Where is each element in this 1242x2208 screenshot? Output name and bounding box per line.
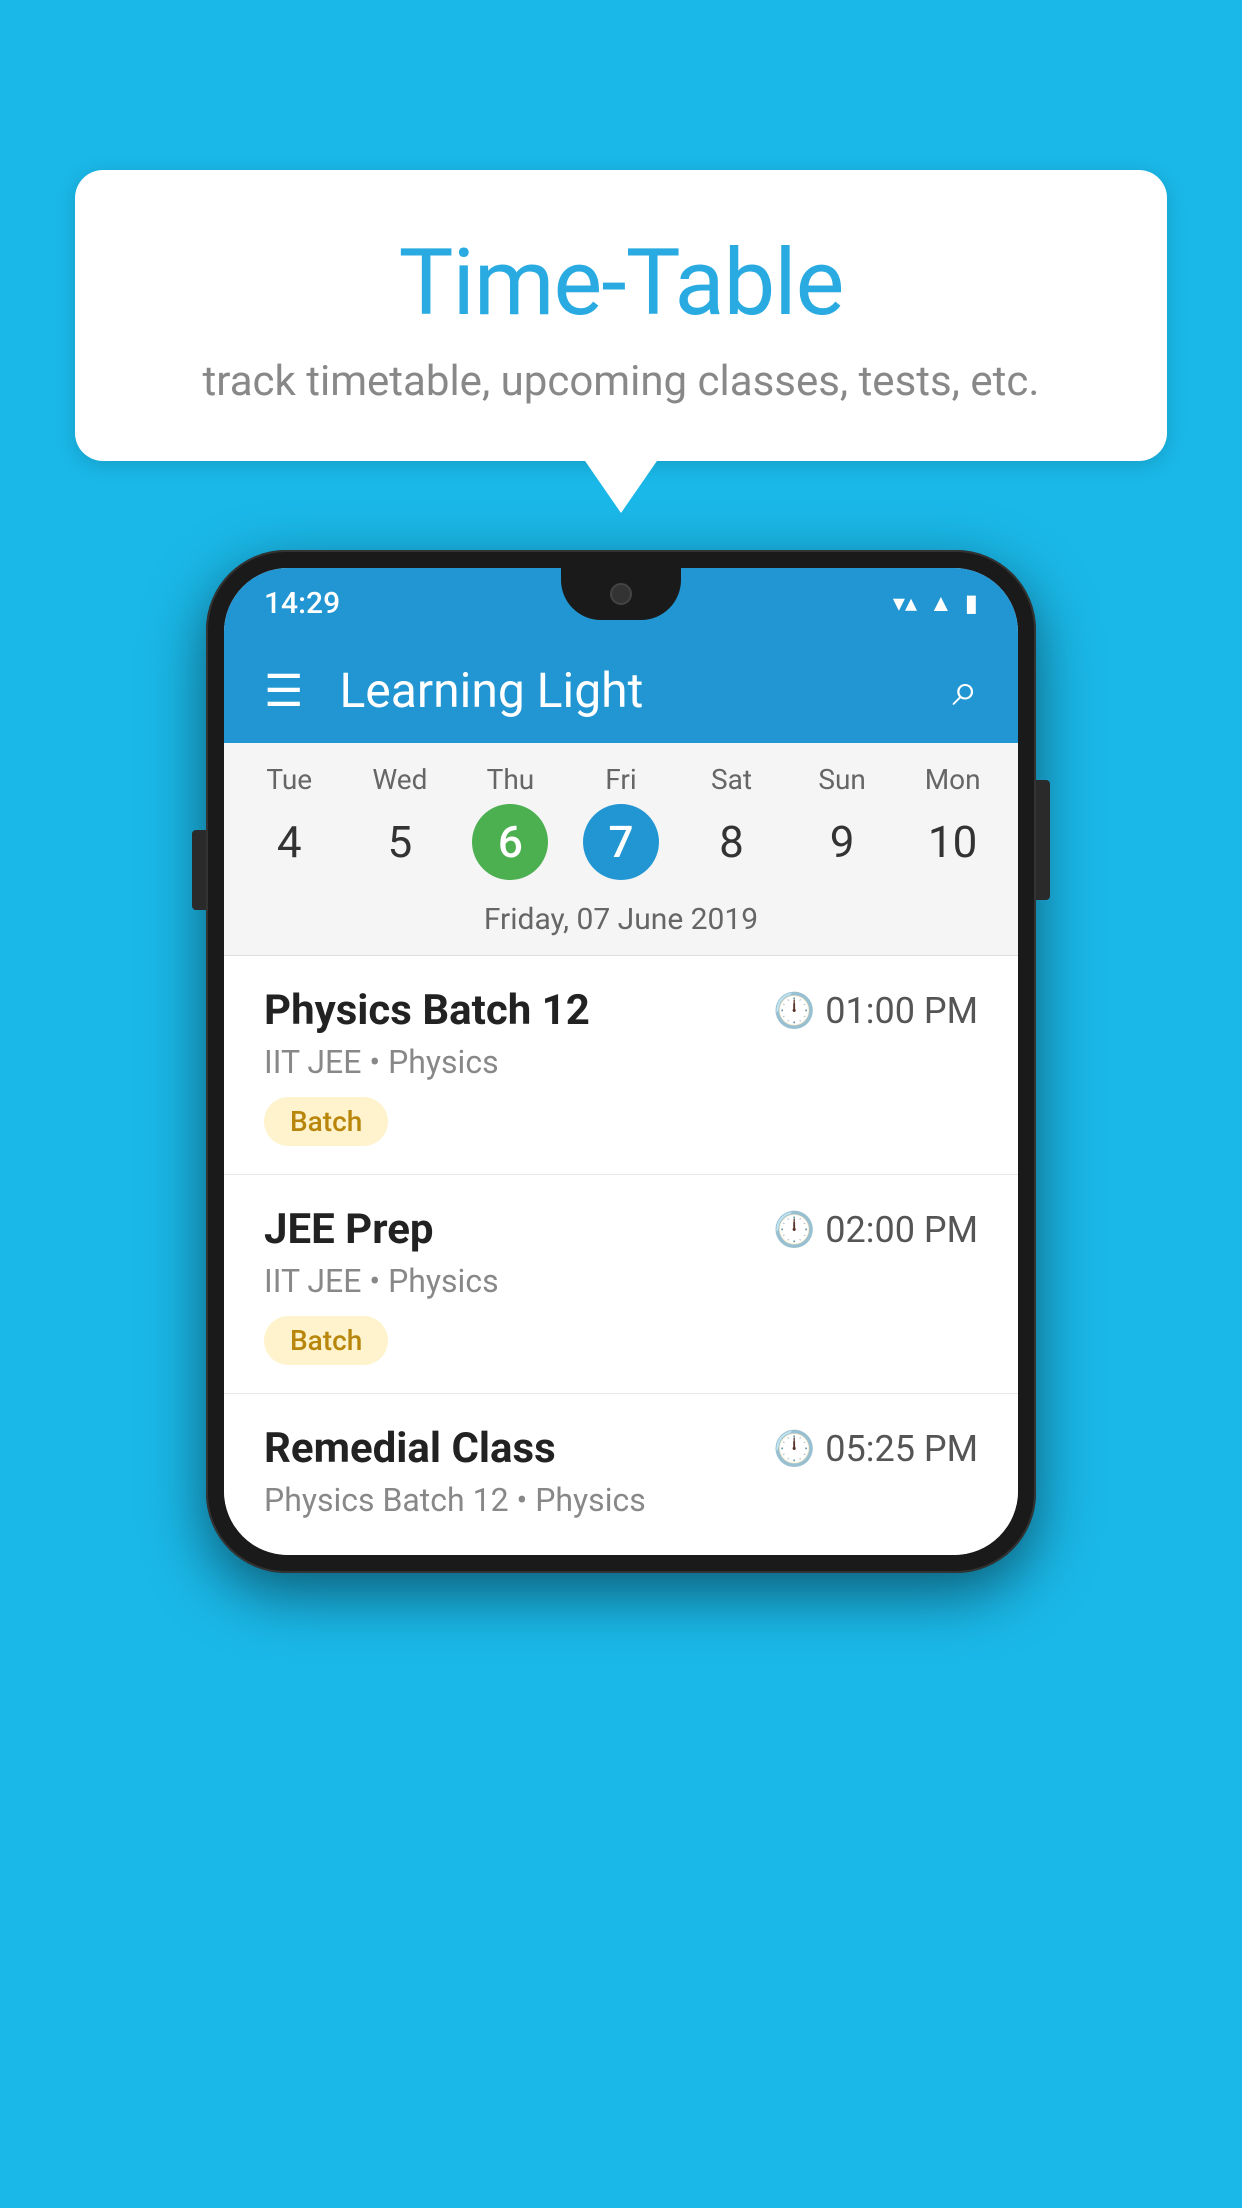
phone-screen: 14:29 ▾▴ ▲ ▮ ☰ Learning Light ⌕ — [224, 568, 1018, 1555]
schedule-title-1: Physics Batch 12 — [264, 986, 590, 1035]
schedule-item-2-header: JEE Prep 🕛 02:00 PM — [264, 1205, 978, 1254]
day-num-fri: 7 — [583, 804, 659, 880]
clock-icon-1: 🕛 — [773, 991, 815, 1031]
day-num-sun: 9 — [804, 804, 880, 880]
day-thu[interactable]: Thu 6 — [460, 763, 560, 880]
app-title: Learning Light — [339, 662, 952, 719]
search-icon[interactable]: ⌕ — [952, 663, 978, 718]
phone-outer: 14:29 ▾▴ ▲ ▮ ☰ Learning Light ⌕ — [206, 550, 1036, 1573]
app-header: ☰ Learning Light ⌕ — [224, 638, 1018, 743]
battery-icon: ▮ — [965, 589, 978, 617]
schedule-time-1: 🕛 01:00 PM — [773, 990, 978, 1032]
schedule-item-1[interactable]: Physics Batch 12 🕛 01:00 PM IIT JEE • Ph… — [224, 956, 1018, 1175]
day-num-sat: 8 — [694, 804, 770, 880]
day-num-wed: 5 — [362, 804, 438, 880]
day-wed[interactable]: Wed 5 — [350, 763, 450, 880]
day-name-sat: Sat — [711, 763, 752, 796]
schedule-title-3: Remedial Class — [264, 1424, 556, 1473]
day-name-fri: Fri — [605, 763, 636, 796]
day-fri[interactable]: Fri 7 — [571, 763, 671, 880]
day-tue[interactable]: Tue 4 — [239, 763, 339, 880]
selected-date-label: Friday, 07 June 2019 — [224, 888, 1018, 955]
hamburger-icon[interactable]: ☰ — [264, 669, 303, 713]
day-num-thu: 6 — [472, 804, 548, 880]
batch-badge-2: Batch — [264, 1316, 388, 1365]
speech-bubble-section: Time-Table track timetable, upcoming cla… — [75, 170, 1167, 461]
speech-bubble-title: Time-Table — [115, 230, 1127, 337]
clock-icon-2: 🕛 — [773, 1210, 815, 1250]
schedule-container: Physics Batch 12 🕛 01:00 PM IIT JEE • Ph… — [224, 956, 1018, 1555]
camera-notch — [610, 583, 632, 605]
day-name-mon: Mon — [925, 763, 981, 796]
day-sun[interactable]: Sun 9 — [792, 763, 892, 880]
day-num-mon: 10 — [915, 804, 991, 880]
schedule-subtitle-1: IIT JEE • Physics — [264, 1043, 978, 1081]
phone-mockup: 14:29 ▾▴ ▲ ▮ ☰ Learning Light ⌕ — [206, 550, 1036, 1573]
calendar-strip: Tue 4 Wed 5 Thu 6 Fri — [224, 743, 1018, 956]
day-name-thu: Thu — [487, 763, 535, 796]
speech-bubble-subtitle: track timetable, upcoming classes, tests… — [115, 357, 1127, 406]
status-icons: ▾▴ ▲ ▮ — [893, 589, 978, 618]
day-mon[interactable]: Mon 10 — [903, 763, 1003, 880]
schedule-time-2: 🕛 02:00 PM — [773, 1209, 978, 1251]
status-bar: 14:29 ▾▴ ▲ ▮ — [224, 568, 1018, 638]
speech-bubble: Time-Table track timetable, upcoming cla… — [75, 170, 1167, 461]
day-name-tue: Tue — [266, 763, 312, 796]
status-time: 14:29 — [264, 586, 340, 621]
schedule-subtitle-2: IIT JEE • Physics — [264, 1262, 978, 1300]
day-sat[interactable]: Sat 8 — [682, 763, 782, 880]
day-num-tue: 4 — [251, 804, 327, 880]
schedule-subtitle-3: Physics Batch 12 • Physics — [264, 1481, 978, 1519]
schedule-item-2[interactable]: JEE Prep 🕛 02:00 PM IIT JEE • Physics Ba… — [224, 1175, 1018, 1394]
schedule-title-2: JEE Prep — [264, 1205, 434, 1254]
batch-badge-1: Batch — [264, 1097, 388, 1146]
schedule-item-1-header: Physics Batch 12 🕛 01:00 PM — [264, 986, 978, 1035]
signal-icon: ▲ — [929, 589, 953, 618]
schedule-item-3[interactable]: Remedial Class 🕛 05:25 PM Physics Batch … — [224, 1394, 1018, 1555]
wifi-icon: ▾▴ — [893, 589, 917, 617]
schedule-time-3: 🕛 05:25 PM — [773, 1428, 978, 1470]
schedule-item-3-header: Remedial Class 🕛 05:25 PM — [264, 1424, 978, 1473]
days-row: Tue 4 Wed 5 Thu 6 Fri — [224, 763, 1018, 880]
day-name-sun: Sun — [818, 763, 866, 796]
notch — [561, 568, 681, 620]
day-name-wed: Wed — [372, 763, 427, 796]
clock-icon-3: 🕛 — [773, 1429, 815, 1469]
